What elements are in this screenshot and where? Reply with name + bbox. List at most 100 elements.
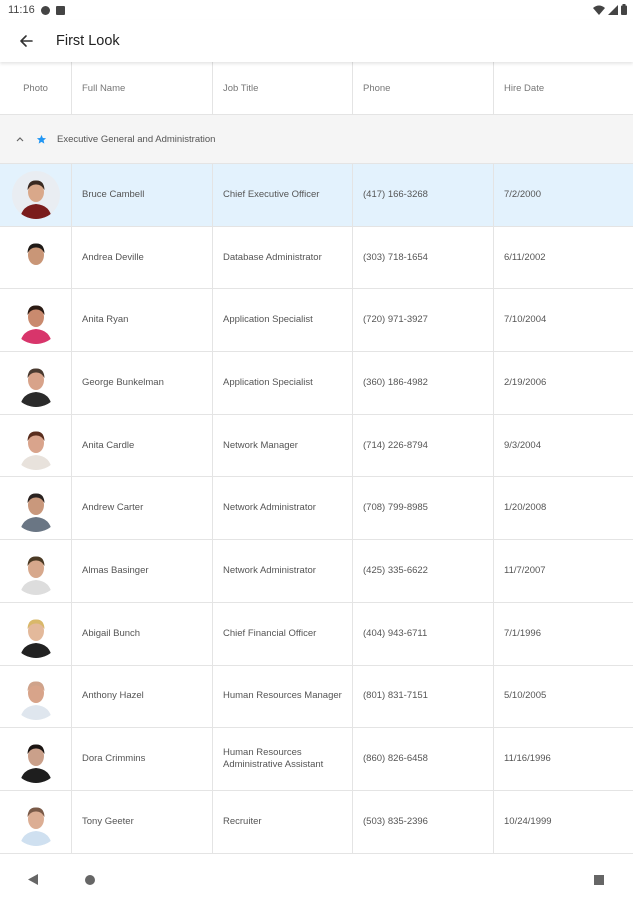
avatar (11, 421, 60, 470)
job-title-cell: Database Administrator (213, 226, 353, 289)
column-header-full-name[interactable]: Full Name (72, 62, 213, 114)
page-title: First Look (56, 33, 120, 49)
phone-cell: (503) 835-2396 (353, 790, 494, 853)
table-row[interactable]: Andrew Carter Network Administrator (708… (0, 477, 633, 541)
job-title-cell: Human Resources Administrative Assistant (213, 728, 353, 790)
battery-icon (621, 4, 627, 15)
phone-cell: (801) 831-7151 (353, 665, 494, 728)
job-title-cell: Network Manager (213, 414, 353, 477)
phone-cell: (360) 186-4982 (353, 352, 494, 414)
hire-date-cell: 11/7/2007 (504, 564, 546, 576)
job-title-cell: Recruiter (213, 790, 353, 853)
avatar (11, 546, 60, 595)
avatar (11, 672, 60, 721)
phone-cell: (714) 226-8794 (353, 414, 494, 477)
column-header-job-title[interactable]: Job Title (213, 62, 353, 114)
table-row[interactable]: Dora Crimmins Human Resources Administra… (0, 728, 633, 791)
photo-cell (0, 790, 72, 853)
full-name-cell: Andrea Deville (72, 226, 213, 289)
table-row[interactable]: Anita Cardle Network Manager (714) 226-8… (0, 414, 633, 478)
photo-cell (0, 226, 72, 289)
phone-cell: (425) 335-6622 (353, 540, 494, 602)
hire-date-cell: 7/2/2000 (504, 188, 541, 200)
chevron-up-icon[interactable] (15, 136, 25, 142)
avatar (11, 797, 60, 846)
job-title-cell: Chief Executive Officer (213, 164, 353, 226)
phone-cell: (720) 971-3927 (353, 289, 494, 352)
back-button[interactable] (14, 29, 38, 53)
avatar (11, 358, 60, 407)
group-label: Executive General and Administration (57, 133, 216, 145)
full-name-cell: George Bunkelman (72, 352, 213, 414)
full-name-cell: Abigail Bunch (72, 602, 213, 665)
avatar (11, 170, 60, 219)
job-title-cell: Application Specialist (213, 352, 353, 414)
hire-date-cell: 5/10/2005 (504, 690, 547, 702)
table-row[interactable]: Bruce Cambell Chief Executive Officer (4… (0, 164, 633, 227)
status-bar: 11:16 (0, 0, 633, 20)
table-row[interactable]: Tony Geeter Recruiter (503) 835-2396 10/… (0, 790, 633, 854)
phone-cell: (708) 799-8985 (353, 477, 494, 540)
avatar (11, 484, 60, 533)
column-header-photo[interactable]: Photo (0, 62, 72, 114)
photo-cell (0, 540, 72, 602)
nav-home-icon[interactable] (85, 875, 95, 885)
job-title-cell: Network Administrator (213, 477, 353, 540)
phone-cell: (417) 166-3268 (353, 164, 494, 226)
column-header-hire-date[interactable]: Hire Date (494, 62, 633, 114)
full-name-cell: Almas Basinger (72, 540, 213, 602)
photo-cell (0, 665, 72, 728)
cell-signal-icon (608, 4, 618, 15)
sim-icon (55, 5, 65, 15)
photo-cell (0, 289, 72, 352)
full-name-cell: Bruce Cambell (72, 164, 213, 226)
nav-back-icon[interactable] (28, 874, 38, 885)
table-row[interactable]: Andrea Deville Database Administrator (3… (0, 226, 633, 290)
avatar (11, 233, 60, 282)
hire-date-cell: 9/3/2004 (504, 439, 541, 451)
hire-date-cell: 7/10/2004 (504, 314, 547, 326)
table-row[interactable]: George Bunkelman Application Specialist … (0, 352, 633, 415)
table-row[interactable]: Anthony Hazel Human Resources Manager (8… (0, 665, 633, 729)
avatar (11, 735, 60, 784)
job-title-cell: Application Specialist (213, 289, 353, 352)
full-name-cell: Andrew Carter (72, 477, 213, 540)
full-name-cell: Tony Geeter (72, 790, 213, 853)
table-row[interactable]: Anita Ryan Application Specialist (720) … (0, 289, 633, 353)
column-header-phone[interactable]: Phone (353, 62, 494, 114)
hire-date-cell: 10/24/1999 (504, 815, 552, 827)
hire-date-cell: 11/16/1996 (504, 753, 551, 765)
nav-recents-icon[interactable] (594, 875, 604, 885)
photo-cell (0, 602, 72, 665)
table-row[interactable]: Abigail Bunch Chief Financial Officer (4… (0, 602, 633, 666)
phone-cell: (404) 943-6711 (353, 602, 494, 665)
full-name-cell: Anita Ryan (72, 289, 213, 352)
wifi-icon (593, 5, 605, 15)
group-row[interactable]: Executive General and Administration (0, 115, 633, 164)
hire-date-cell: 2/19/2006 (504, 376, 547, 388)
job-title-cell: Network Administrator (213, 540, 353, 602)
phone-cell: (860) 826-6458 (353, 728, 494, 790)
data-grid: Photo Full Name Job Title Phone Hire Dat… (0, 62, 633, 854)
column-header-row: Photo Full Name Job Title Phone Hire Dat… (0, 62, 633, 115)
photo-cell (0, 728, 72, 790)
system-navigation-bar (0, 860, 633, 900)
table-row[interactable]: Almas Basinger Network Administrator (42… (0, 540, 633, 603)
photo-cell (0, 164, 72, 226)
hire-date-cell: 6/11/2002 (504, 251, 546, 263)
job-title-cell: Human Resources Manager (213, 665, 353, 728)
full-name-cell: Anita Cardle (72, 414, 213, 477)
signal-app-icon (40, 5, 50, 15)
photo-cell (0, 414, 72, 477)
avatar (11, 609, 60, 658)
table-body: Bruce Cambell Chief Executive Officer (4… (0, 164, 633, 854)
full-name-cell: Anthony Hazel (72, 665, 213, 728)
hire-date-cell: 1/20/2008 (504, 502, 547, 514)
photo-cell (0, 352, 72, 414)
status-time: 11:16 (8, 4, 35, 16)
app-bar: First Look (0, 20, 633, 62)
photo-cell (0, 477, 72, 540)
job-title-cell: Chief Financial Officer (213, 602, 353, 665)
star-icon (36, 134, 48, 145)
full-name-cell: Dora Crimmins (72, 728, 213, 790)
